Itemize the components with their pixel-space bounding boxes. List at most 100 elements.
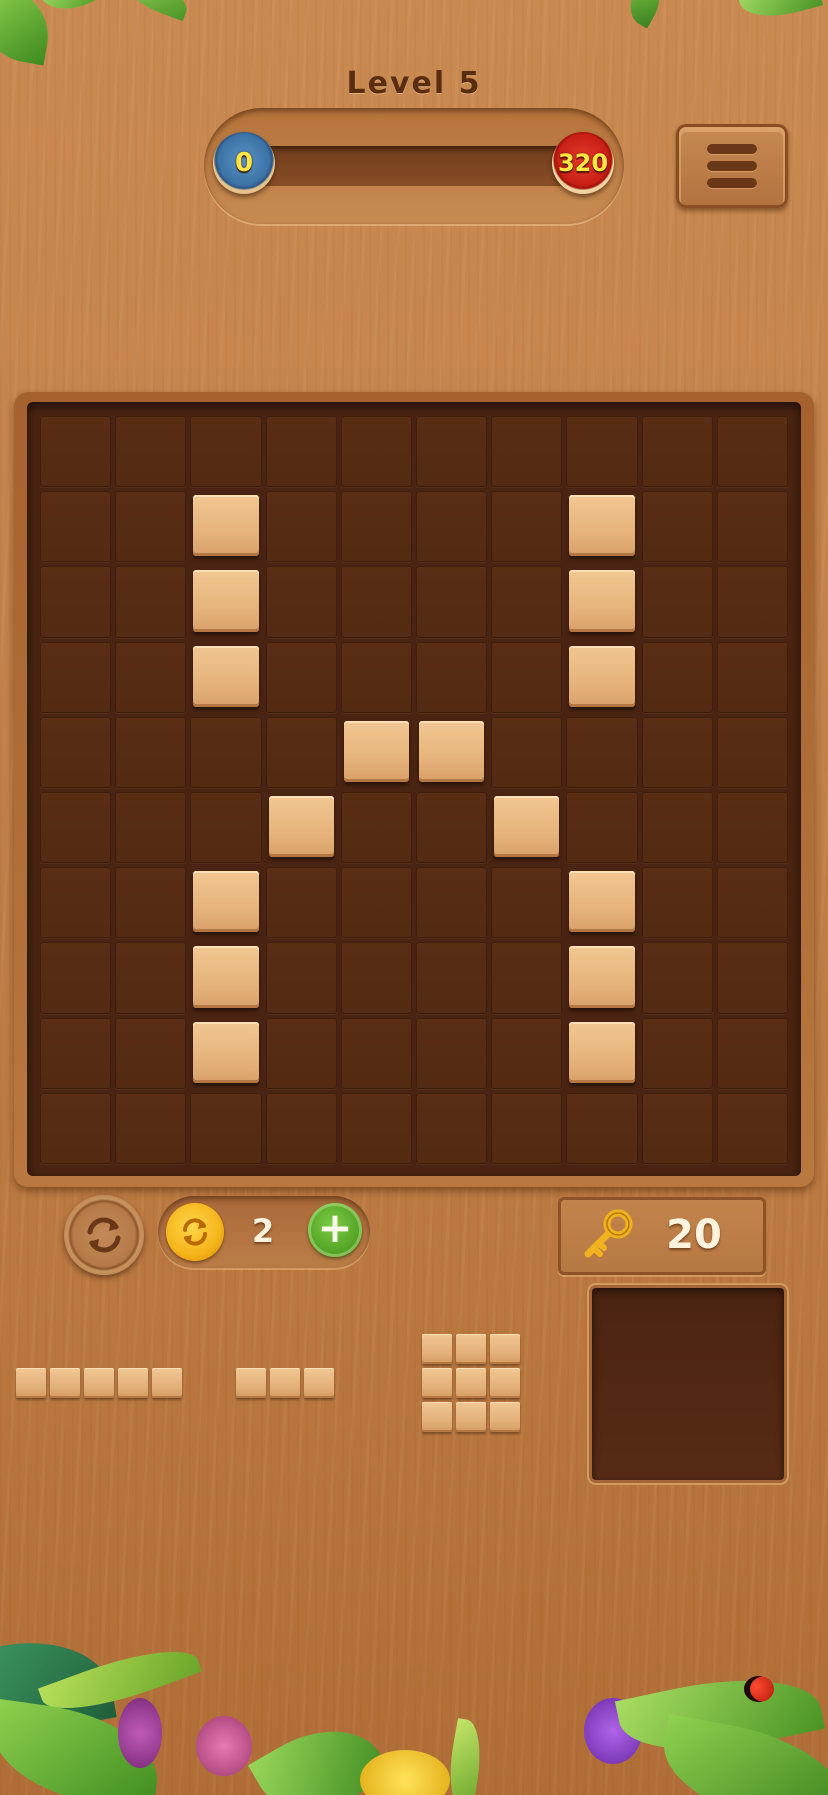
board-block[interactable] — [193, 946, 259, 1008]
board-cell[interactable] — [641, 641, 713, 713]
board-cell[interactable] — [491, 867, 563, 939]
board-cell[interactable] — [340, 1017, 412, 1089]
board-cell[interactable] — [265, 867, 337, 939]
board-cell[interactable] — [641, 867, 713, 939]
board-cell[interactable] — [491, 1017, 563, 1089]
board-cell[interactable] — [40, 1017, 112, 1089]
board-cell[interactable] — [566, 791, 638, 864]
board-cell[interactable] — [40, 942, 112, 1014]
board-cell[interactable] — [115, 942, 187, 1014]
board-cell[interactable] — [716, 491, 788, 563]
board-cell[interactable] — [40, 491, 112, 563]
board-cell[interactable] — [115, 1092, 187, 1164]
board-block[interactable] — [418, 720, 485, 782]
board-cell[interactable] — [566, 416, 638, 488]
board-block[interactable] — [193, 1021, 259, 1083]
board-block[interactable] — [569, 871, 635, 933]
board-cell[interactable] — [115, 791, 187, 864]
board-cell[interactable] — [340, 641, 412, 713]
board-cell[interactable] — [115, 566, 187, 638]
board-block[interactable] — [343, 720, 409, 782]
board-cell[interactable] — [491, 641, 563, 713]
board-cell[interactable] — [340, 791, 412, 864]
board-cell[interactable] — [641, 1092, 713, 1164]
board-cell[interactable] — [265, 1017, 337, 1089]
board-cell[interactable] — [491, 1092, 563, 1164]
board-cell[interactable] — [415, 416, 488, 488]
board-cell[interactable] — [115, 716, 187, 788]
board-block[interactable] — [193, 495, 259, 557]
board-cell[interactable] — [716, 942, 788, 1014]
board-cell[interactable] — [641, 1017, 713, 1089]
add-coins-button[interactable]: + — [308, 1203, 362, 1257]
board-block[interactable] — [268, 795, 334, 858]
board-cell[interactable] — [491, 491, 563, 563]
board-cell[interactable] — [40, 716, 112, 788]
hold-piece-slot[interactable] — [592, 1288, 784, 1480]
board-block[interactable] — [569, 495, 635, 557]
board-cell[interactable] — [40, 566, 112, 638]
piece-square-3x3[interactable] — [422, 1334, 522, 1434]
board-cell[interactable] — [340, 942, 412, 1014]
board-cell[interactable] — [40, 416, 112, 488]
board-cell[interactable] — [40, 641, 112, 713]
board-cell[interactable] — [40, 867, 112, 939]
rotate-pieces-button[interactable] — [64, 1195, 144, 1275]
board-cell[interactable] — [340, 1092, 412, 1164]
board-cell[interactable] — [415, 791, 488, 864]
board-cell[interactable] — [190, 1092, 262, 1164]
board-cell[interactable] — [491, 716, 563, 788]
board-cell[interactable] — [491, 566, 563, 638]
board-cell[interactable] — [115, 867, 187, 939]
board-cell[interactable] — [641, 491, 713, 563]
board-cell[interactable] — [265, 566, 337, 638]
board-block[interactable] — [193, 570, 259, 632]
board-cell[interactable] — [115, 416, 187, 488]
board-cell[interactable] — [716, 867, 788, 939]
board-cell[interactable] — [566, 716, 638, 788]
piece-line-3[interactable] — [236, 1368, 336, 1400]
board-block[interactable] — [494, 795, 560, 858]
board-cell[interactable] — [190, 716, 262, 788]
board-cell[interactable] — [115, 1017, 187, 1089]
board-block[interactable] — [193, 645, 259, 707]
board-cell[interactable] — [716, 716, 788, 788]
board-cell[interactable] — [641, 791, 713, 864]
board-cell[interactable] — [641, 566, 713, 638]
board-cell[interactable] — [265, 1092, 337, 1164]
board-cell[interactable] — [491, 416, 563, 488]
board-grid[interactable] — [38, 414, 790, 1166]
board-cell[interactable] — [340, 867, 412, 939]
board-block[interactable] — [569, 570, 635, 632]
board-cell[interactable] — [716, 791, 788, 864]
board-cell[interactable] — [190, 416, 262, 488]
board-cell[interactable] — [641, 942, 713, 1014]
board-cell[interactable] — [716, 566, 788, 638]
board-block[interactable] — [569, 1021, 635, 1083]
board-block[interactable] — [569, 946, 635, 1008]
board-cell[interactable] — [641, 716, 713, 788]
board-cell[interactable] — [716, 1017, 788, 1089]
board-cell[interactable] — [115, 641, 187, 713]
board-cell[interactable] — [40, 1092, 112, 1164]
board-cell[interactable] — [641, 416, 713, 488]
board-cell[interactable] — [415, 566, 488, 638]
piece-line-5[interactable] — [16, 1368, 184, 1400]
board-cell[interactable] — [415, 1092, 488, 1164]
board-cell[interactable] — [415, 867, 488, 939]
board-cell[interactable] — [190, 791, 262, 864]
board-cell[interactable] — [265, 942, 337, 1014]
board-cell[interactable] — [340, 491, 412, 563]
board-cell[interactable] — [716, 641, 788, 713]
board-block[interactable] — [193, 871, 259, 933]
board-cell[interactable] — [40, 791, 112, 864]
board-cell[interactable] — [415, 942, 488, 1014]
board-cell[interactable] — [115, 491, 187, 563]
board-block[interactable] — [569, 645, 635, 707]
board-cell[interactable] — [265, 641, 337, 713]
board-cell[interactable] — [265, 491, 337, 563]
board-cell[interactable] — [415, 491, 488, 563]
board-cell[interactable] — [716, 1092, 788, 1164]
board-cell[interactable] — [716, 416, 788, 488]
board-cell[interactable] — [415, 641, 488, 713]
